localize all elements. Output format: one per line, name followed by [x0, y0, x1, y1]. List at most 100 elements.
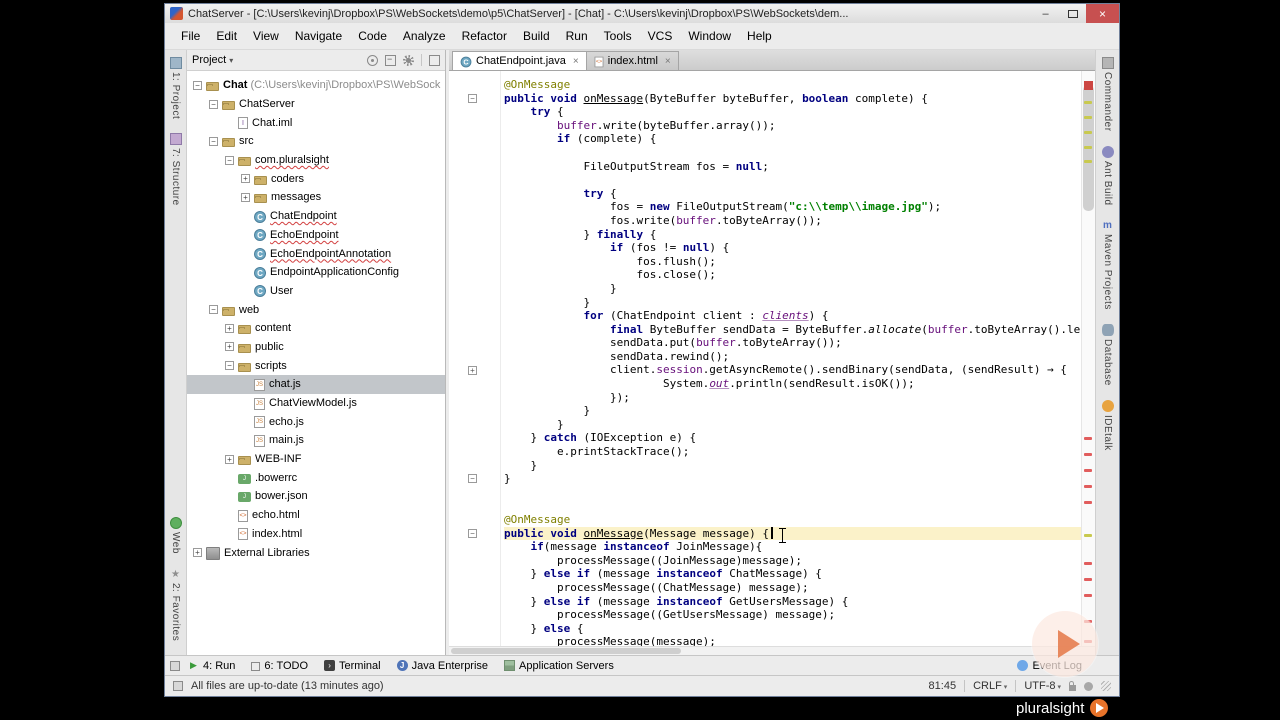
tree-item-echoendpoint[interactable]: EchoEndpoint	[187, 226, 445, 245]
toolbar-button-4-run[interactable]: 4: Run	[180, 659, 243, 673]
menu-file[interactable]: File	[173, 26, 208, 46]
tree-item-web-inf[interactable]: + WEB-INF	[187, 450, 445, 469]
code-line-12[interactable]: } finally {	[504, 228, 1082, 242]
code-line-25[interactable]: }	[504, 404, 1082, 418]
project-panel-title[interactable]: Project	[192, 54, 226, 66]
toolwindow-switcher-icon[interactable]	[170, 660, 180, 671]
menu-analyze[interactable]: Analyze	[395, 26, 454, 46]
menu-view[interactable]: View	[245, 26, 287, 46]
code-line-27[interactable]: } catch (IOException e) {	[504, 431, 1082, 445]
maximize-button[interactable]	[1059, 4, 1086, 23]
tree-item-src[interactable]: − src	[187, 132, 445, 151]
close-button[interactable]: ×	[1086, 4, 1119, 23]
toolwindow-button-database[interactable]: Database	[1101, 323, 1114, 386]
code-line-20[interactable]: sendData.put(buffer.toByteArray());	[504, 336, 1082, 350]
expand-icon[interactable]: +	[225, 342, 234, 352]
menu-code[interactable]: Code	[350, 26, 395, 46]
toolbar-button-application-servers[interactable]: Application Servers	[496, 659, 622, 673]
tree-item-messages[interactable]: + messages	[187, 188, 445, 207]
toolwindow-button-1-project[interactable]: 1: Project	[169, 57, 182, 119]
code-line-26[interactable]: }	[504, 418, 1082, 432]
menu-refactor[interactable]: Refactor	[454, 26, 515, 46]
code-line-16[interactable]: }	[504, 282, 1082, 296]
caret-position[interactable]: 81:45	[929, 680, 957, 692]
collapse-icon[interactable]: −	[193, 80, 202, 90]
tree-item-public[interactable]: + public	[187, 338, 445, 357]
menu-navigate[interactable]: Navigate	[287, 26, 350, 46]
code-line-5[interactable]: if (complete) {	[504, 132, 1082, 146]
code-line-24[interactable]: });	[504, 391, 1082, 405]
expand-icon[interactable]: +	[241, 174, 250, 184]
code-line-34[interactable]: public void onMessage(Message message) {	[504, 526, 1082, 541]
tree-item-com-pluralsight[interactable]: − com.pluralsight	[187, 151, 445, 170]
locate-icon[interactable]	[367, 54, 378, 66]
collapse-all-icon[interactable]	[385, 54, 396, 66]
inspection-profile-icon[interactable]	[1084, 681, 1093, 691]
tree-item-chat[interactable]: − Chat (C:\Users\kevinj\Dropbox\PS\WebSoc…	[187, 76, 445, 95]
encoding-selector[interactable]: UTF-8 ▾	[1024, 680, 1061, 692]
expand-icon[interactable]: +	[225, 323, 234, 333]
tree-item-scripts[interactable]: − scripts	[187, 356, 445, 375]
menu-build[interactable]: Build	[515, 26, 558, 46]
toolwindow-button-2-favorites[interactable]: 2: Favorites	[170, 568, 182, 641]
toolwindow-toggle-icon[interactable]	[173, 681, 183, 691]
code-line-11[interactable]: fos.write(buffer.toByteArray());	[504, 214, 1082, 228]
tree-item-index-html[interactable]: index.html	[187, 525, 445, 544]
expand-icon[interactable]: +	[241, 192, 250, 202]
tree-item-chat-iml[interactable]: Chat.iml	[187, 113, 445, 132]
expand-icon[interactable]: +	[225, 454, 234, 464]
tab-chatendpoint-java[interactable]: ChatEndpoint.java ×	[452, 51, 587, 70]
menu-vcs[interactable]: VCS	[640, 26, 681, 46]
video-play-button[interactable]	[1032, 611, 1098, 677]
fold-collapse-icon[interactable]: −	[468, 93, 477, 103]
collapse-icon[interactable]: −	[209, 136, 218, 146]
code-line-22[interactable]: client.session.getAsyncRemote().sendBina…	[504, 363, 1082, 377]
toolwindow-button-web[interactable]: Web	[169, 516, 182, 554]
code-line-37[interactable]: } else if (message instanceof ChatMessag…	[504, 567, 1082, 581]
code-line-41[interactable]: } else {	[504, 622, 1082, 636]
minimize-button[interactable]: –	[1032, 4, 1059, 23]
code-line-40[interactable]: processMessage((GetUsersMessage) message…	[504, 608, 1082, 622]
code-line-10[interactable]: fos = new FileOutputStream("c:\\temp\\im…	[504, 200, 1082, 214]
toolbar-button-terminal[interactable]: Terminal	[316, 659, 389, 673]
code-line-17[interactable]: }	[504, 296, 1082, 310]
toolwindow-button-commander[interactable]: Commander	[1101, 57, 1114, 132]
code-line-8[interactable]	[504, 173, 1082, 187]
code-line-38[interactable]: processMessage((ChatMessage) message);	[504, 581, 1082, 595]
tab-index-html[interactable]: index.html ×	[585, 51, 679, 70]
tree-item-external-libraries[interactable]: + External Libraries	[187, 543, 445, 562]
resize-grip[interactable]	[1101, 681, 1111, 691]
lock-icon[interactable]	[1069, 680, 1076, 691]
code-line-31[interactable]	[504, 486, 1082, 500]
fold-expand-icon[interactable]: +	[468, 365, 477, 375]
code-line-4[interactable]: buffer.write(byteBuffer.array());	[504, 119, 1082, 133]
line-separator-selector[interactable]: CRLF ▾	[973, 680, 1007, 692]
collapse-icon[interactable]: −	[225, 155, 234, 165]
code-line-35[interactable]: if(message instanceof JoinMessage){	[504, 540, 1082, 554]
tree-item-echo-html[interactable]: echo.html	[187, 506, 445, 525]
code-line-30[interactable]: }	[504, 472, 1082, 486]
code-line-1[interactable]: @OnMessage	[504, 78, 1082, 92]
collapse-icon[interactable]: −	[209, 305, 218, 315]
code-line-42[interactable]: processMessage(message);	[504, 635, 1082, 646]
code-line-2[interactable]: public void onMessage(ByteBuffer byteBuf…	[504, 92, 1082, 106]
code-line-23[interactable]: System.out.println(sendResult.isOK());	[504, 377, 1082, 391]
code-line-19[interactable]: final ByteBuffer sendData = ByteBuffer.a…	[504, 323, 1082, 337]
code-line-32[interactable]	[504, 499, 1082, 513]
toolbar-button-6-todo[interactable]: 6: TODO	[243, 659, 316, 673]
code-line-28[interactable]: e.printStackTrace();	[504, 445, 1082, 459]
menu-tools[interactable]: Tools	[596, 26, 640, 46]
code-line-36[interactable]: processMessage((JoinMessage)message);	[504, 554, 1082, 568]
toolbar-button-java-enterprise[interactable]: Java Enterprise	[389, 659, 496, 673]
code-line-13[interactable]: if (fos != null) {	[504, 241, 1082, 255]
code-line-14[interactable]: fos.flush();	[504, 255, 1082, 269]
collapse-icon[interactable]: −	[225, 361, 234, 371]
tree-item-chatviewmodel-js[interactable]: ChatViewModel.js	[187, 394, 445, 413]
code-line-21[interactable]: sendData.rewind();	[504, 350, 1082, 364]
tree-item-endpointapplicationconfig[interactable]: EndpointApplicationConfig	[187, 263, 445, 282]
hide-panel-icon[interactable]	[429, 54, 440, 66]
tree-item-bowerrc[interactable]: .bowerrc	[187, 468, 445, 487]
tree-item-bower-json[interactable]: bower.json	[187, 487, 445, 506]
code-line-39[interactable]: } else if (message instanceof GetUsersMe…	[504, 595, 1082, 609]
code-line-18[interactable]: for (ChatEndpoint client : clients) {	[504, 309, 1082, 323]
